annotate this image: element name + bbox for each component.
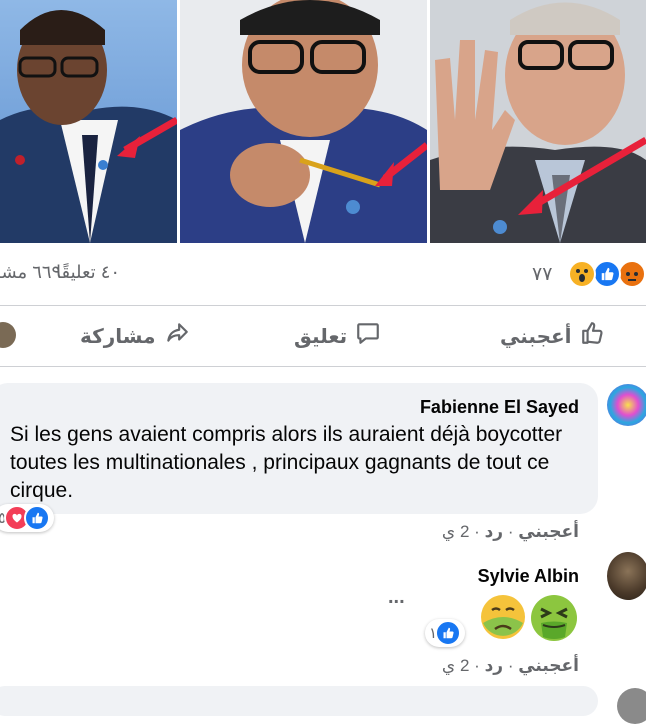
- comment-reply-link[interactable]: رد: [485, 522, 504, 541]
- comments-count[interactable]: ٤٠ تعليقًا: [56, 262, 120, 283]
- comment-reactions-badge[interactable]: ١: [425, 619, 466, 647]
- like-button[interactable]: أعجبني: [500, 320, 606, 352]
- post-action-bar: مشاركة تعليق أعجبني: [0, 306, 646, 366]
- post-photo-collage[interactable]: [0, 0, 646, 243]
- like-reaction-icon: [593, 260, 621, 288]
- separator: ·: [507, 522, 514, 541]
- post-stats-bar: ٦٦٩ مشا ٤٠ تعليقًا ٧٧: [0, 250, 646, 298]
- like-label: أعجبني: [500, 325, 572, 348]
- comment-like-link[interactable]: أعجبني: [518, 656, 579, 675]
- viewer-avatar[interactable]: [0, 322, 16, 348]
- angry-reaction-icon: [618, 260, 646, 288]
- share-label: مشاركة: [80, 325, 156, 348]
- next-comment-bubble: [0, 686, 598, 716]
- thumbs-up-icon: [580, 320, 606, 352]
- comment-like-link[interactable]: أعجبني: [518, 522, 579, 541]
- separator: ·: [474, 656, 480, 675]
- comment-button[interactable]: تعليق: [294, 320, 381, 352]
- sick-face-icon: [479, 593, 527, 646]
- post-photo-2[interactable]: [180, 0, 427, 243]
- share-button[interactable]: مشاركة: [80, 320, 190, 352]
- comment-text: Si les gens avaient compris alors ils au…: [10, 423, 563, 502]
- comment-reply-link[interactable]: رد: [485, 656, 504, 675]
- comment-label: تعليق: [294, 325, 348, 348]
- actions-divider: [0, 366, 646, 367]
- comment-icon: [355, 320, 381, 352]
- comment-more-options[interactable]: ...: [388, 586, 405, 609]
- comment-author-name[interactable]: Sylvie Albin: [478, 566, 579, 587]
- comment-author-name[interactable]: Fabienne El Sayed: [420, 397, 579, 418]
- comment-author-avatar[interactable]: [607, 552, 646, 600]
- like-reaction-icon: [24, 505, 51, 531]
- comment-reactions-badge[interactable]: ٥: [0, 504, 55, 532]
- reaction-count[interactable]: ٧٧: [532, 263, 552, 286]
- comment-author-avatar[interactable]: [607, 384, 646, 426]
- comment-meta: أعجبني · رد · 2 ي: [442, 522, 579, 542]
- separator: ·: [507, 656, 514, 675]
- post-photo-3[interactable]: [430, 0, 646, 243]
- nauseated-face-icon: [529, 593, 579, 648]
- comment-meta: أعجبني · رد · 2 ي: [442, 656, 579, 676]
- separator: ·: [474, 522, 480, 541]
- reaction-icons[interactable]: [568, 260, 646, 290]
- comment-timestamp[interactable]: 2 ي: [442, 522, 470, 541]
- shares-count[interactable]: ٦٦٩ مشا: [0, 262, 61, 283]
- like-reaction-icon: [435, 620, 462, 646]
- post-photo-1[interactable]: [0, 0, 177, 243]
- wow-reaction-icon: [568, 260, 596, 288]
- comment-timestamp[interactable]: 2 ي: [442, 656, 470, 675]
- next-comment-avatar[interactable]: [617, 688, 646, 724]
- share-icon: [164, 320, 190, 352]
